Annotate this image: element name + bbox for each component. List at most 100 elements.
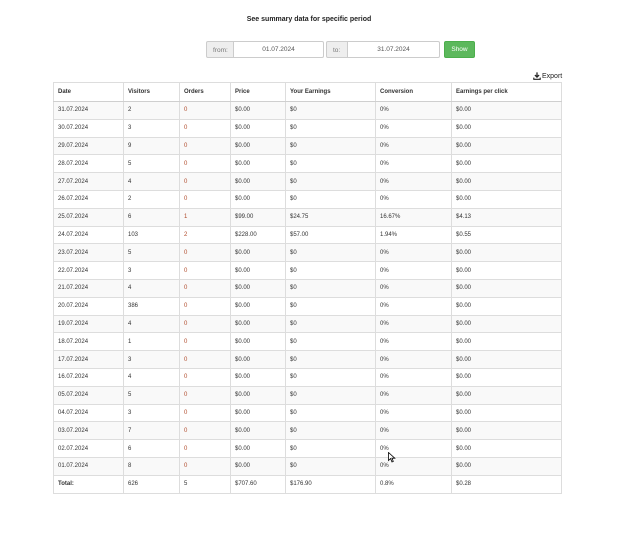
table-body: 31.07.2024 2 0 $0.00 $0 0% $0.00 30.07.2024 3 0 $0… [53, 101, 562, 476]
header-conversion: Conversion [375, 82, 452, 102]
cell-price: $0.00 [230, 439, 286, 458]
cell-date: 17.07.2024 [53, 350, 124, 369]
cell-earnings: $0 [285, 367, 376, 387]
cell-price: $228.00 [230, 225, 286, 245]
total-earnings: $176.90 [285, 474, 376, 494]
cell-epc: $4.13 [451, 207, 562, 227]
cell-orders: 0 [179, 421, 231, 441]
cell-date: 30.07.2024 [53, 118, 124, 138]
cell-orders: 0 [179, 456, 231, 476]
cell-visitors: 4 [123, 314, 180, 334]
cell-date: 27.07.2024 [53, 172, 124, 191]
cell-earnings: $0 [285, 456, 376, 476]
total-conversion: 0.8% [375, 474, 452, 494]
cell-earnings: $0 [285, 332, 376, 352]
summary-table: Date Visitors Orders Price Your Earnings… [53, 82, 562, 494]
cell-conversion: 0% [375, 118, 452, 138]
cell-date: 16.07.2024 [53, 367, 124, 387]
cell-orders: 0 [179, 350, 231, 369]
table-row: 29.07.2024 9 0 $0.00 $0 0% $0.00 [53, 136, 562, 156]
cell-date: 03.07.2024 [53, 421, 124, 441]
table-row: 30.07.2024 3 0 $0.00 $0 0% $0.00 [53, 118, 562, 138]
cell-price: $0.00 [230, 154, 286, 174]
cell-date: 28.07.2024 [53, 154, 124, 174]
cell-visitors: 1 [123, 332, 180, 352]
cell-price: $0.00 [230, 403, 286, 423]
cell-epc: $0.00 [451, 421, 562, 441]
cell-earnings: $0 [285, 118, 376, 138]
show-button[interactable]: Show [444, 41, 475, 58]
cell-orders: 0 [179, 403, 231, 423]
cell-conversion: 0% [375, 296, 452, 316]
cell-conversion: 1.94% [375, 225, 452, 245]
cell-price: $0.00 [230, 296, 286, 316]
cell-conversion: 0% [375, 243, 452, 263]
cell-price: $99.00 [230, 207, 286, 227]
cell-earnings: $0 [285, 385, 376, 405]
cell-epc: $0.00 [451, 172, 562, 191]
date-filter: from: to: Show [206, 41, 475, 58]
cell-orders: 1 [179, 207, 231, 227]
cell-earnings: $0 [285, 154, 376, 174]
cell-orders: 0 [179, 101, 231, 120]
cell-earnings: $0 [285, 172, 376, 191]
total-orders: 5 [179, 474, 231, 494]
cell-conversion: 0% [375, 189, 452, 209]
cell-conversion: 0% [375, 403, 452, 423]
cell-price: $0.00 [230, 314, 286, 334]
cell-earnings: $57.00 [285, 225, 376, 245]
cell-orders: 0 [179, 332, 231, 352]
header-price: Price [230, 82, 286, 102]
cell-price: $0.00 [230, 136, 286, 156]
from-date-input[interactable] [234, 41, 324, 58]
cell-epc: $0.00 [451, 243, 562, 263]
cell-price: $0.00 [230, 332, 286, 352]
cell-earnings: $0 [285, 189, 376, 209]
cell-visitors: 3 [123, 118, 180, 138]
cell-orders: 0 [179, 154, 231, 174]
cell-conversion: 16.67% [375, 207, 452, 227]
total-label: Total: [53, 474, 124, 494]
cell-date: 21.07.2024 [53, 278, 124, 298]
export-button[interactable]: Export [533, 72, 562, 80]
cell-epc: $0.00 [451, 154, 562, 174]
cell-visitors: 2 [123, 189, 180, 209]
cell-earnings: $0 [285, 243, 376, 263]
cell-visitors: 2 [123, 101, 180, 120]
cell-epc: $0.00 [451, 136, 562, 156]
table-row: 19.07.2024 4 0 $0.00 $0 0% $0.00 [53, 314, 562, 334]
cell-earnings: $0 [285, 314, 376, 334]
cell-earnings: $0 [285, 296, 376, 316]
cell-date: 04.07.2024 [53, 403, 124, 423]
cell-epc: $0.00 [451, 189, 562, 209]
table-row: 26.07.2024 2 0 $0.00 $0 0% $0.00 [53, 189, 562, 209]
to-date-input[interactable] [348, 41, 440, 58]
table-row: 21.07.2024 4 0 $0.00 $0 0% $0.00 [53, 278, 562, 298]
table-header-row: Date Visitors Orders Price Your Earnings… [53, 82, 562, 102]
cell-visitors: 5 [123, 154, 180, 174]
cell-date: 22.07.2024 [53, 261, 124, 280]
cell-epc: $0.00 [451, 332, 562, 352]
cell-earnings: $0 [285, 421, 376, 441]
cell-conversion: 0% [375, 332, 452, 352]
cell-epc: $0.00 [451, 403, 562, 423]
cell-date: 01.07.2024 [53, 456, 124, 476]
cell-conversion: 0% [375, 261, 452, 280]
cell-price: $0.00 [230, 367, 286, 387]
cell-price: $0.00 [230, 261, 286, 280]
table-row: 20.07.2024 386 0 $0.00 $0 0% $0.00 [53, 296, 562, 316]
cell-visitors: 4 [123, 278, 180, 298]
cell-visitors: 4 [123, 172, 180, 191]
cell-conversion: 0% [375, 314, 452, 334]
cell-earnings: $0 [285, 439, 376, 458]
cell-visitors: 3 [123, 350, 180, 369]
total-epc: $0.28 [451, 474, 562, 494]
cell-date: 29.07.2024 [53, 136, 124, 156]
cell-earnings: $0 [285, 136, 376, 156]
cell-price: $0.00 [230, 172, 286, 191]
table-row: 04.07.2024 3 0 $0.00 $0 0% $0.00 [53, 403, 562, 423]
cell-date: 20.07.2024 [53, 296, 124, 316]
cell-conversion: 0% [375, 421, 452, 441]
cell-date: 31.07.2024 [53, 101, 124, 120]
cell-orders: 2 [179, 225, 231, 245]
